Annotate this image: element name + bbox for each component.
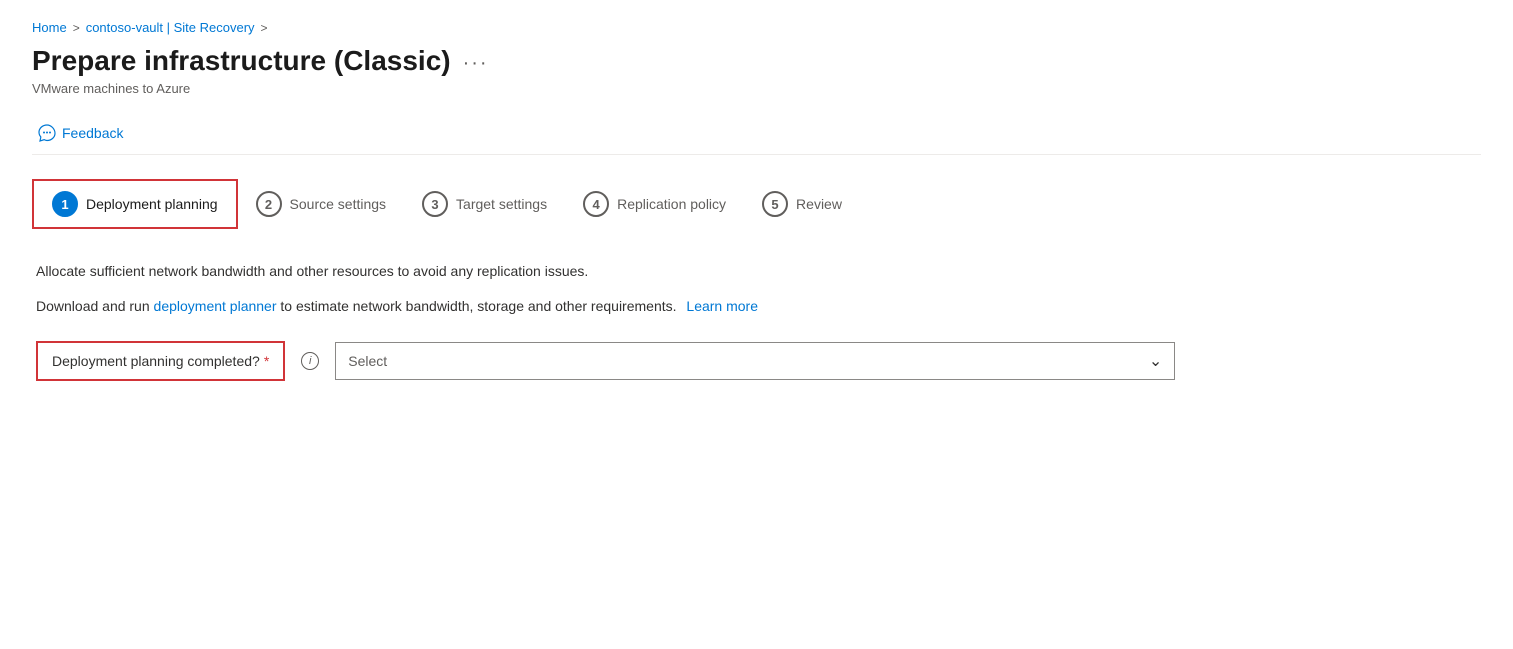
page-container: Home > contoso-vault | Site Recovery > P… bbox=[0, 0, 1513, 401]
description-2-prefix: Download and run bbox=[36, 298, 154, 314]
feedback-button[interactable]: Feedback bbox=[32, 120, 129, 146]
step-number-5: 5 bbox=[762, 191, 788, 217]
breadcrumb-vault[interactable]: contoso-vault | Site Recovery bbox=[86, 20, 255, 35]
step-number-3: 3 bbox=[422, 191, 448, 217]
toolbar: Feedback bbox=[32, 112, 1481, 155]
form-label-box: Deployment planning completed? * bbox=[36, 341, 285, 381]
step-label-4: Replication policy bbox=[617, 196, 726, 212]
required-star: * bbox=[264, 353, 269, 369]
breadcrumb-sep2: > bbox=[261, 21, 268, 35]
learn-more-link[interactable]: Learn more bbox=[686, 298, 758, 314]
step-label-3: Target settings bbox=[456, 196, 547, 212]
breadcrumb: Home > contoso-vault | Site Recovery > bbox=[32, 20, 1481, 35]
description-2-suffix: to estimate network bandwidth, storage a… bbox=[277, 298, 677, 314]
step-number-1: 1 bbox=[52, 191, 78, 217]
more-options-icon[interactable]: ··· bbox=[463, 52, 489, 75]
chevron-down-icon: ⌄ bbox=[1149, 351, 1162, 371]
content-area: Allocate sufficient network bandwidth an… bbox=[32, 261, 1481, 381]
description-1: Allocate sufficient network bandwidth an… bbox=[36, 261, 1477, 282]
page-header: Prepare infrastructure (Classic) ··· bbox=[32, 45, 1481, 77]
feedback-icon bbox=[38, 124, 56, 142]
step-label-2: Source settings bbox=[290, 196, 387, 212]
page-subtitle: VMware machines to Azure bbox=[32, 81, 1481, 96]
wizard-step-2[interactable]: 2 Source settings bbox=[238, 181, 405, 227]
select-placeholder: Select bbox=[348, 353, 387, 369]
deployment-planner-link[interactable]: deployment planner bbox=[154, 298, 277, 314]
wizard-step-1[interactable]: 1 Deployment planning bbox=[32, 179, 238, 229]
form-row: Deployment planning completed? * i Selec… bbox=[36, 341, 1477, 381]
breadcrumb-sep1: > bbox=[73, 21, 80, 35]
step-number-4: 4 bbox=[583, 191, 609, 217]
feedback-label: Feedback bbox=[62, 125, 123, 141]
deployment-planning-select[interactable]: Select ⌄ bbox=[335, 342, 1175, 380]
step-label-1: Deployment planning bbox=[86, 196, 218, 212]
wizard-step-5[interactable]: 5 Review bbox=[744, 181, 860, 227]
step-label-5: Review bbox=[796, 196, 842, 212]
breadcrumb-home[interactable]: Home bbox=[32, 20, 67, 35]
wizard-step-3[interactable]: 3 Target settings bbox=[404, 181, 565, 227]
description-2: Download and run deployment planner to e… bbox=[36, 296, 1477, 317]
info-icon[interactable]: i bbox=[301, 352, 319, 370]
wizard-steps: 1 Deployment planning 2 Source settings … bbox=[32, 179, 1481, 229]
wizard-step-4[interactable]: 4 Replication policy bbox=[565, 181, 744, 227]
page-title: Prepare infrastructure (Classic) bbox=[32, 45, 451, 77]
form-label: Deployment planning completed? bbox=[52, 353, 260, 369]
step-number-2: 2 bbox=[256, 191, 282, 217]
